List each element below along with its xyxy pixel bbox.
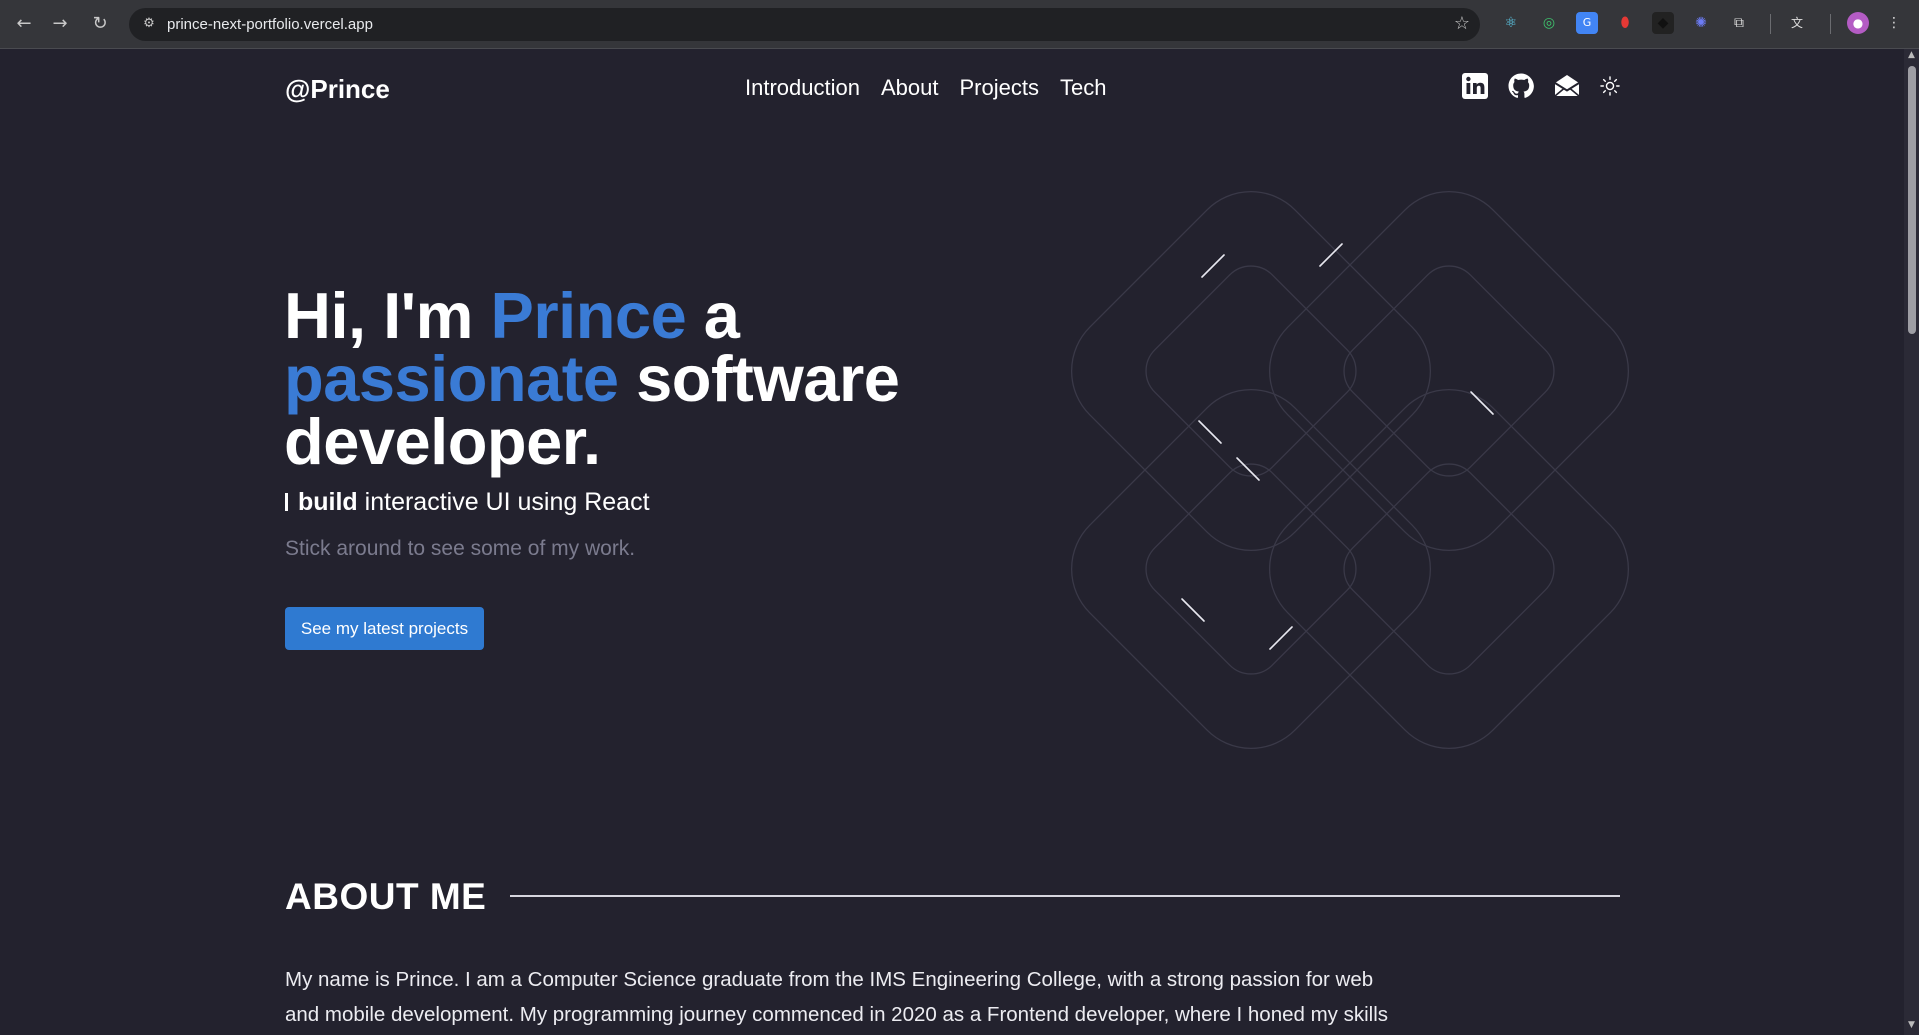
linkedin-icon[interactable] [1461, 72, 1489, 100]
scrollbar-thumb[interactable] [1908, 66, 1916, 334]
star-icon[interactable]: ☆ [1454, 13, 1470, 35]
about-divider [510, 895, 1620, 897]
hero-tagline: Stick around to see some of my work. [285, 537, 636, 560]
toolbar-separator [1830, 14, 1831, 34]
google-translate-icon[interactable]: G [1576, 12, 1598, 34]
url-text[interactable]: prince-next-portfolio.vercel.app [167, 8, 373, 41]
about-heading: ABOUT ME [285, 876, 487, 917]
about-paragraph: My name is Prince. I am a Computer Scien… [285, 968, 1389, 1026]
hero-subheading-text: interactive UI using React [357, 488, 650, 516]
sun-icon[interactable] [1599, 75, 1621, 97]
nav-tech[interactable]: Tech [1060, 75, 1106, 101]
nav-projects[interactable]: Projects [959, 75, 1038, 101]
nav-introduction[interactable]: Introduction [745, 75, 860, 101]
dark-extension-icon[interactable]: ◆ [1652, 12, 1674, 34]
red-extension-icon[interactable]: ⬮ [1614, 12, 1636, 34]
scroll-up-arrow-icon[interactable]: ▲ [1906, 50, 1917, 60]
profile-avatar-icon[interactable]: ● [1847, 12, 1869, 34]
address-bar[interactable]: ⚙ prince-next-portfolio.vercel.app ☆ [129, 8, 1480, 41]
github-icon[interactable] [1507, 72, 1535, 100]
decorative-knot-graphic [1070, 190, 1630, 750]
toolbar-separator [1770, 14, 1771, 34]
hero-subheading: build interactive UI using React [285, 488, 650, 517]
site-info-icon[interactable]: ⚙ [139, 14, 159, 34]
nav-about[interactable]: About [881, 75, 939, 101]
hero-subheading-bold: build [298, 488, 358, 516]
see-projects-button[interactable]: See my latest projects [285, 607, 484, 650]
typing-cursor [285, 493, 288, 511]
menu-icon[interactable]: ⋮ [1883, 12, 1905, 34]
hero-heading: Hi, I'm Prince a passionate software deve… [284, 283, 924, 474]
back-icon[interactable]: ← [12, 12, 36, 36]
forward-icon[interactable]: → [48, 12, 72, 36]
browser-toolbar: ← → ↻ ⚙ prince-next-portfolio.vercel.app… [0, 0, 1919, 49]
brand-logo[interactable]: @Prince [285, 74, 390, 105]
circle-extension-icon[interactable]: ◎ [1538, 12, 1560, 34]
social-links [1461, 72, 1621, 100]
scroll-down-arrow-icon[interactable]: ▼ [1906, 1020, 1917, 1030]
main-nav: Introduction About Projects Tech [745, 75, 1106, 101]
reload-icon[interactable]: ↻ [88, 12, 112, 36]
blue-extension-icon[interactable]: ✺ [1690, 12, 1712, 34]
translate-icon[interactable]: 文 [1786, 12, 1808, 34]
puzzle-icon[interactable]: ⧉ [1728, 12, 1750, 34]
react-devtools-icon[interactable]: ⚛ [1500, 12, 1522, 34]
mail-icon[interactable] [1553, 72, 1581, 100]
